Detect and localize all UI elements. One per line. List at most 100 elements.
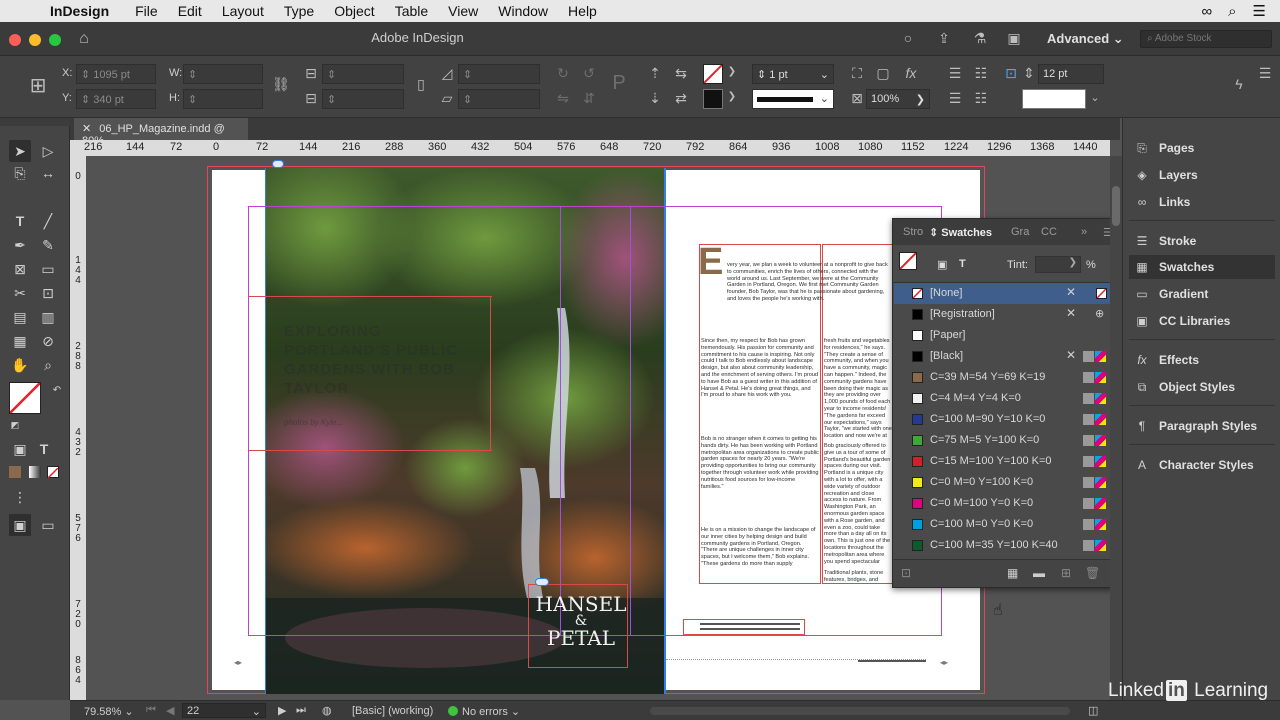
free-transform-tool-icon[interactable]: ⊡: [37, 282, 59, 304]
swatch-row[interactable]: [Registration] ✕ ⊕: [894, 304, 1118, 325]
distribute-icon[interactable]: ☰: [946, 90, 964, 107]
rotate-ccw-icon[interactable]: ↺: [580, 65, 598, 82]
flip-vertical-icon[interactable]: ⇵: [580, 90, 598, 107]
gap-tool-icon[interactable]: ↔: [37, 162, 59, 184]
first-page-icon[interactable]: ⏮: [146, 704, 156, 717]
normal-view-icon[interactable]: ▣: [9, 514, 31, 536]
document-tab[interactable]: ✕06_HP_Magazine.indd @ 80%: [74, 118, 248, 147]
select-content-icon[interactable]: ⇣: [646, 90, 664, 107]
swatch-row[interactable]: C=100 M=90 Y=10 K=0: [894, 409, 1118, 430]
creative-cloud-icon[interactable]: ∞: [1201, 3, 1212, 20]
swatch-row[interactable]: C=39 M=54 Y=69 K=19: [894, 367, 1118, 388]
stroke-menu-arrow-icon[interactable]: ❯: [725, 91, 739, 102]
delete-swatch-icon[interactable]: 🗑: [1085, 566, 1100, 580]
dock-paragraph-styles[interactable]: ¶ Paragraph Styles: [1133, 416, 1273, 436]
rotate-cw-icon[interactable]: ↻: [554, 65, 572, 82]
flask-icon[interactable]: ⚗: [970, 30, 990, 47]
dock-layers[interactable]: ◈ Layers: [1133, 165, 1273, 185]
swap-fill-stroke-icon[interactable]: ↶: [46, 380, 68, 402]
formatting-text-icon[interactable]: T: [33, 438, 55, 460]
split-view-icon[interactable]: ◫: [1088, 704, 1098, 717]
effects-fx-icon[interactable]: fx: [902, 65, 920, 81]
fill-swatch[interactable]: [703, 64, 723, 84]
swatch-row[interactable]: [None] ✕: [894, 283, 1118, 304]
swatch-row[interactable]: C=0 M=0 Y=100 K=0: [894, 472, 1118, 493]
rotation-angle-icon[interactable]: ◿: [438, 65, 456, 82]
rectangle-frame-tool-icon[interactable]: ⊠: [9, 258, 31, 280]
menu-view[interactable]: View: [448, 3, 478, 19]
y-position-field[interactable]: ⇕ 340 pt: [76, 89, 156, 109]
pull-quote-frame[interactable]: [683, 619, 805, 635]
stroke-type-select[interactable]: ⌄: [752, 89, 834, 109]
gradient-feather-tool-icon[interactable]: ▥: [37, 306, 59, 328]
new-swatch-icon[interactable]: ⊞: [1061, 566, 1071, 580]
swatch-row[interactable]: C=100 M=35 Y=100 K=40: [894, 535, 1118, 556]
select-previous-icon[interactable]: ⇆: [672, 65, 690, 82]
menu-table[interactable]: Table: [395, 3, 428, 19]
dock-swatches[interactable]: ▦ Swatches: [1133, 257, 1273, 277]
fill-menu-arrow-icon[interactable]: ❯: [725, 66, 739, 77]
dock-stroke[interactable]: ☰ Stroke: [1133, 231, 1273, 251]
quick-apply-icon[interactable]: ϟ: [1230, 76, 1248, 92]
scroll-thumb[interactable]: [1112, 186, 1120, 226]
horizontal-ruler[interactable]: 216 144 72 0 72 144 216 288 360 432 504 …: [70, 140, 1110, 156]
stroke-swatch[interactable]: [703, 89, 723, 109]
preview-mode-icon[interactable]: ▭: [37, 514, 59, 536]
flip-horizontal-icon[interactable]: ⇋: [554, 90, 572, 107]
note-tool-icon[interactable]: ▦: [9, 330, 31, 352]
close-tab-icon[interactable]: ✕: [82, 123, 91, 135]
select-next-icon[interactable]: ⇄: [672, 90, 690, 107]
tint-field[interactable]: ❯: [1035, 256, 1081, 273]
apply-gradient-icon[interactable]: [29, 466, 41, 478]
apply-color-icon[interactable]: [9, 466, 21, 478]
last-page-icon[interactable]: ⏭: [296, 704, 306, 717]
menu-layout[interactable]: Layout: [222, 3, 264, 19]
pen-tool-icon[interactable]: ✒: [9, 234, 31, 256]
horizontal-scrollbar[interactable]: [650, 707, 1070, 715]
rectangle-tool-icon[interactable]: ▭: [37, 258, 59, 280]
dock-pages[interactable]: ⎘ Pages: [1133, 138, 1273, 158]
dock-cc-libraries[interactable]: ▣ CC Libraries: [1133, 311, 1273, 331]
align-left-icon[interactable]: ☰: [946, 65, 964, 82]
fill-color-box[interactable]: [9, 382, 41, 414]
byline[interactable]: photos by Kyle...: [284, 418, 434, 427]
swatch-row[interactable]: [Paper]: [894, 325, 1118, 346]
new-color-group-icon[interactable]: ▬: [1033, 566, 1045, 580]
align-center-icon[interactable]: ☷: [972, 65, 990, 82]
spotlight-search-icon[interactable]: ⌕: [1228, 3, 1236, 20]
tab-gradient[interactable]: Gra: [1011, 226, 1029, 238]
shear-angle-icon[interactable]: ▱: [438, 90, 456, 107]
swatch-view-icon[interactable]: ▦: [1007, 566, 1018, 580]
shear-angle-field[interactable]: ⇕: [458, 89, 540, 109]
dock-object-styles[interactable]: ⧉ Object Styles: [1133, 377, 1273, 397]
scale-y-field[interactable]: ⇕: [322, 89, 404, 109]
dock-gradient[interactable]: ▭ Gradient: [1133, 284, 1273, 304]
zoom-tool-icon[interactable]: ⌕: [37, 354, 59, 376]
headline[interactable]: EXPLORING PORTLAND'S PUBLIC GARDENS WITH…: [284, 322, 484, 398]
selection-tool-icon[interactable]: ➤: [9, 140, 31, 162]
adobe-stock-search[interactable]: ⌕ Adobe Stock: [1140, 30, 1272, 48]
share-icon[interactable]: ⇪: [934, 30, 954, 47]
direct-selection-tool-icon[interactable]: ▷: [37, 140, 59, 162]
fit-frame-icon[interactable]: ▢: [874, 65, 892, 82]
workspace-switcher[interactable]: Advanced ⌄: [1047, 31, 1124, 47]
open-file-icon[interactable]: ◍: [322, 704, 332, 717]
x-position-field[interactable]: ⇕ 1095 pt: [76, 64, 156, 84]
dock-character-styles[interactable]: A Character Styles: [1133, 455, 1273, 475]
formatting-text-icon[interactable]: T: [959, 258, 966, 270]
fill-box[interactable]: [899, 252, 917, 270]
preflight-profile[interactable]: [Basic] (working): [352, 705, 433, 717]
tab-stroke[interactable]: Stro: [903, 226, 923, 238]
reference-point-icon[interactable]: ⊞: [24, 72, 52, 100]
scale-x-field[interactable]: ⇕: [322, 64, 404, 84]
content-grabber-icon[interactable]: [535, 578, 549, 586]
vertical-scrollbar[interactable]: [1110, 156, 1122, 700]
dock-effects[interactable]: fx Effects: [1133, 350, 1273, 370]
swatch-row[interactable]: C=4 M=4 Y=4 K=0: [894, 388, 1118, 409]
menu-type[interactable]: Type: [284, 3, 314, 19]
zoom-level-select[interactable]: 79.58% ⌄: [84, 705, 134, 718]
menu-help[interactable]: Help: [568, 3, 597, 19]
formatting-container-icon[interactable]: ▣: [9, 438, 31, 460]
swatch-row[interactable]: [Black] ✕: [894, 346, 1118, 367]
menu-window[interactable]: Window: [498, 3, 548, 19]
